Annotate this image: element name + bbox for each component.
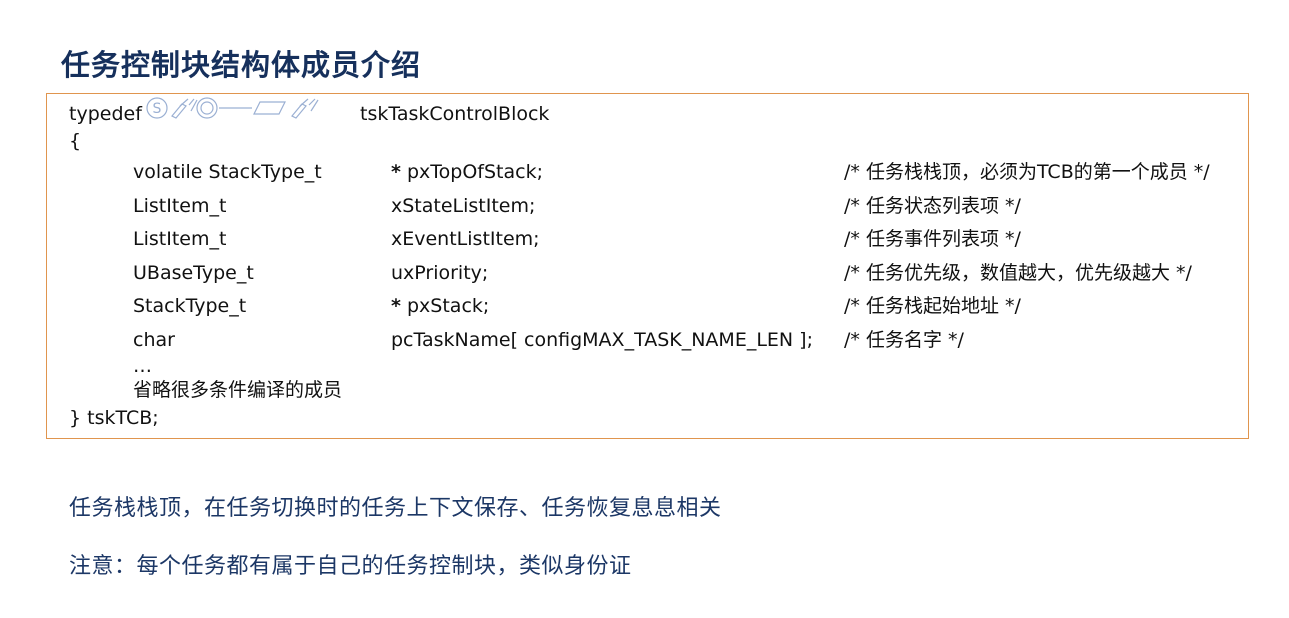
code-block: typedef S tskTaskControlBlock {volatile… xyxy=(46,93,1249,439)
struct-name: tskTaskControlBlock xyxy=(360,103,550,125)
member-name: pxStack; xyxy=(406,295,490,317)
member-comment: /* 任务栈栈顶，必须为TCB的第一个成员 */ xyxy=(844,161,1210,183)
member-type: ListItem_t xyxy=(133,195,227,217)
member-name-cell: * pxStack; xyxy=(391,294,489,318)
member-comment: /* 任务优先级，数值越大，优先级越大 */ xyxy=(844,262,1192,284)
typedef-keyword: typedef xyxy=(69,103,142,125)
member-type: char xyxy=(133,329,175,351)
member-name: uxPriority; xyxy=(391,262,489,284)
slide-title: 任务控制块结构体成员介绍 xyxy=(61,48,422,82)
ellipsis: … xyxy=(133,355,152,377)
pointer-marker: * xyxy=(391,161,401,183)
open-brace: { xyxy=(69,130,82,152)
member-name: pcTaskName[ configMAX_TASK_NAME_LEN ]; xyxy=(391,329,813,351)
pointer-marker: * xyxy=(391,295,401,317)
typedef-line: typedef xyxy=(69,102,142,126)
member-type: volatile StackType_t xyxy=(133,161,322,183)
member-comment: /* 任务事件列表项 */ xyxy=(844,228,1021,250)
member-name: xStateListItem; xyxy=(391,195,536,217)
member-type: ListItem_t xyxy=(133,228,227,250)
omitted-members-note: 省略很多条件编译的成员 xyxy=(133,379,343,401)
member-name-cell: * pxTopOfStack; xyxy=(391,160,543,184)
member-comment: /* 任务名字 */ xyxy=(844,329,964,351)
member-type: UBaseType_t xyxy=(133,262,254,284)
member-type: StackType_t xyxy=(133,295,247,317)
note-tcb-identity: 注意：每个任务都有属于自己的任务控制块，类似身份证 xyxy=(69,554,632,579)
member-name: pxTopOfStack; xyxy=(406,161,543,183)
member-comment: /* 任务状态列表项 */ xyxy=(844,195,1021,217)
close-line: } tskTCB; xyxy=(69,407,159,429)
svg-text:S: S xyxy=(153,101,162,117)
note-stack-top: 任务栈栈顶，在任务切换时的任务上下文保存、任务恢复息息相关 xyxy=(69,496,722,521)
member-name: xEventListItem; xyxy=(391,228,540,250)
decorative-shapes-icon: S xyxy=(145,96,355,119)
member-comment: /* 任务栈起始地址 */ xyxy=(844,295,1021,317)
